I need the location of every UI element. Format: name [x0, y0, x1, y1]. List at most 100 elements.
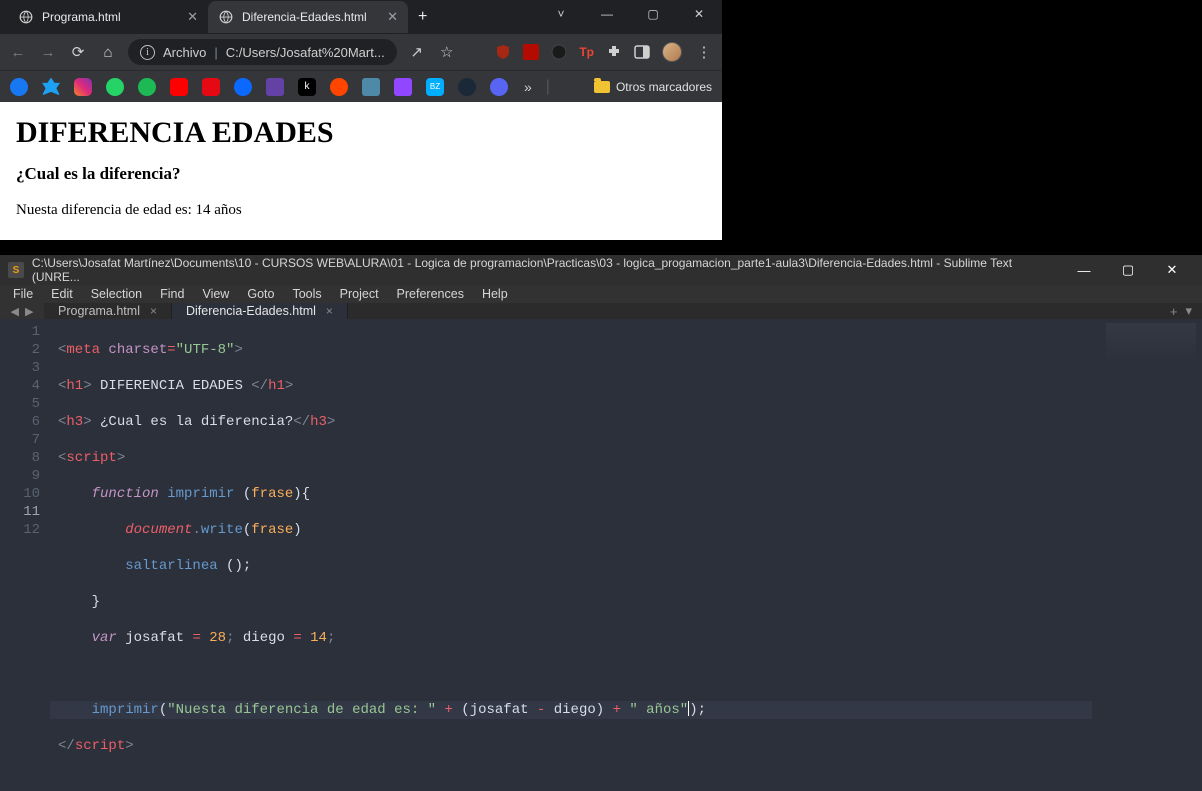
address-bar[interactable]: i Archivo | C:/Users/Josafat%20Mart... [128, 39, 397, 65]
maximize-button[interactable]: ▢ [630, 0, 676, 28]
disney-icon[interactable] [234, 78, 252, 96]
site-info-icon[interactable]: i [140, 45, 155, 60]
minimap[interactable] [1092, 319, 1202, 791]
ln: 3 [0, 359, 40, 377]
youtube-icon[interactable] [170, 78, 188, 96]
tab-history-nav[interactable]: ◀ ▶ [0, 303, 44, 319]
instagram-icon[interactable] [74, 78, 92, 96]
menu-preferences[interactable]: Preferences [390, 285, 471, 303]
tab-close-icon[interactable]: ✕ [387, 9, 398, 25]
url-text: C:/Users/Josafat%20Mart... [226, 45, 385, 60]
other-bookmarks-folder[interactable]: Otros marcadores [594, 80, 712, 94]
menu-project[interactable]: Project [333, 285, 386, 303]
blizzard-icon[interactable]: BZ [426, 78, 444, 96]
menu-tools[interactable]: Tools [285, 285, 328, 303]
share-icon[interactable]: ↗ [407, 42, 427, 62]
menu-goto[interactable]: Goto [240, 285, 281, 303]
tab-close-icon[interactable]: ✕ [187, 9, 198, 25]
prime-icon[interactable] [362, 78, 380, 96]
home-button[interactable]: ⌂ [98, 42, 118, 62]
minimize-button[interactable]: — [584, 0, 630, 28]
menu-file[interactable]: File [6, 285, 40, 303]
ln: 10 [0, 485, 40, 503]
code-area[interactable]: <meta charset="UTF-8"> <h1> DIFERENCIA E… [50, 319, 1092, 791]
extensions-icon[interactable] [606, 44, 622, 60]
ln: 7 [0, 431, 40, 449]
mastodon-icon[interactable] [266, 78, 284, 96]
menu-edit[interactable]: Edit [44, 285, 80, 303]
editor-tab-programa[interactable]: Programa.html × [44, 303, 172, 319]
ln: 9 [0, 467, 40, 485]
close-button[interactable]: ✕ [676, 0, 722, 28]
page-body-text: Nuesta diferencia de edad es: 14 años [16, 202, 706, 219]
new-tab-button[interactable]: + [408, 8, 437, 26]
code-editor[interactable]: 1 2 3 4 5 6 7 8 9 10 11 12 <meta charset… [0, 319, 1202, 791]
close-button[interactable]: ✕ [1150, 255, 1194, 285]
kebab-menu-icon[interactable]: ⋮ [694, 42, 714, 62]
spotify-icon[interactable] [138, 78, 156, 96]
window-controls: ˅ — ▢ ✕ [538, 0, 722, 34]
bookmarks-bar: k BZ » | Otros marcadores [0, 70, 722, 102]
extension-area: Tр ⋮ [495, 42, 714, 62]
new-tab-icon[interactable]: + [1170, 304, 1178, 319]
tp-icon[interactable]: Tр [579, 45, 594, 59]
page-content: DIFERENCIA EDADES ¿Cual es la diferencia… [0, 102, 722, 240]
sublime-window-controls: — ▢ ✕ [1062, 255, 1194, 285]
menu-view[interactable]: View [195, 285, 236, 303]
tab-menu-icon[interactable]: ▾ [1185, 303, 1192, 319]
ln: 4 [0, 377, 40, 395]
reload-button[interactable]: ⟳ [68, 42, 88, 62]
maximize-button[interactable]: ▢ [1106, 255, 1150, 285]
k-icon[interactable]: k [298, 78, 316, 96]
other-bookmarks-label: Otros marcadores [616, 80, 712, 94]
discord-icon[interactable] [490, 78, 508, 96]
browser-tab-diferencia[interactable]: Diferencia-Edades.html ✕ [208, 1, 408, 33]
sublime-titlebar[interactable]: S C:\Users\Josafat Martínez\Documents\10… [0, 255, 1202, 285]
editor-tab-diferencia[interactable]: Diferencia-Edades.html × [172, 303, 348, 319]
side-panel-icon[interactable] [634, 44, 650, 60]
globe-icon [18, 9, 34, 25]
browser-tab-title: Diferencia-Edades.html [242, 10, 367, 24]
line-gutter: 1 2 3 4 5 6 7 8 9 10 11 12 [0, 319, 50, 791]
tab-close-icon[interactable]: × [326, 304, 333, 318]
globe-icon [218, 9, 234, 25]
dark-icon[interactable] [551, 44, 567, 60]
back-button[interactable]: ← [8, 42, 28, 62]
whatsapp-icon[interactable] [106, 78, 124, 96]
twitch-icon[interactable] [394, 78, 412, 96]
bookmark-star-icon[interactable]: ☆ [437, 42, 457, 62]
ln: 1 [0, 323, 40, 341]
tab-close-icon[interactable]: × [150, 304, 157, 318]
page-h1: DIFERENCIA EDADES [16, 116, 706, 150]
browser-tab-programa[interactable]: Programa.html ✕ [8, 1, 208, 33]
ln: 11 [0, 503, 40, 521]
facebook-icon[interactable] [10, 78, 28, 96]
steam-icon[interactable] [458, 78, 476, 96]
menu-find[interactable]: Find [153, 285, 191, 303]
menu-help[interactable]: Help [475, 285, 515, 303]
forward-button[interactable]: → [38, 42, 58, 62]
bookmarks-overflow[interactable]: » [524, 79, 532, 95]
ublock-icon[interactable] [495, 44, 511, 60]
sublime-menubar: File Edit Selection Find View Goto Tools… [0, 285, 1202, 303]
nav-back-icon[interactable]: ◀ [11, 305, 19, 318]
profile-avatar[interactable] [662, 42, 682, 62]
chrome-top: Programa.html ✕ Diferencia-Edades.html ✕… [0, 0, 722, 102]
editor-tab-title: Diferencia-Edades.html [186, 304, 316, 318]
pdf-icon[interactable] [523, 44, 539, 60]
nav-forward-icon[interactable]: ▶ [25, 305, 33, 318]
browser-tabbar: Programa.html ✕ Diferencia-Edades.html ✕… [0, 0, 722, 34]
netflix-icon[interactable] [202, 78, 220, 96]
menu-selection[interactable]: Selection [84, 285, 149, 303]
tab-search-icon[interactable]: ˅ [538, 0, 584, 28]
browser-tab-title: Programa.html [42, 10, 121, 24]
sublime-logo-icon: S [8, 262, 24, 278]
page-h3: ¿Cual es la diferencia? [16, 164, 706, 184]
twitter-icon[interactable] [42, 78, 60, 96]
editor-tab-title: Programa.html [58, 304, 140, 318]
reddit-icon[interactable] [330, 78, 348, 96]
browser-toolbar: ← → ⟳ ⌂ i Archivo | C:/Users/Josafat%20M… [0, 34, 722, 70]
ln: 5 [0, 395, 40, 413]
sublime-title-text: C:\Users\Josafat Martínez\Documents\10 -… [32, 256, 1054, 284]
minimize-button[interactable]: — [1062, 255, 1106, 285]
